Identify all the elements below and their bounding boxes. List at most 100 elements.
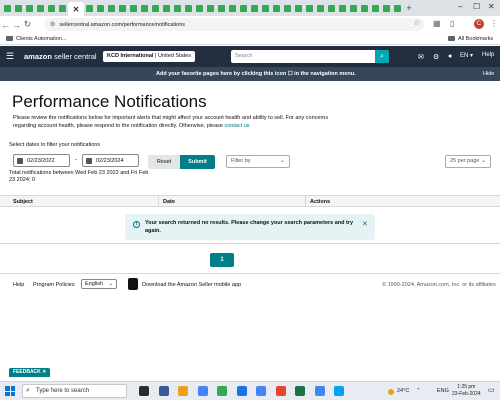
reload-icon[interactable]: ↻ [22, 19, 33, 30]
browser-tab[interactable] [205, 2, 216, 14]
close-window-icon[interactable]: ✕ [488, 2, 495, 11]
taskbar-app-icon[interactable] [295, 386, 305, 396]
account-switcher[interactable]: KCD International | United States [103, 51, 195, 62]
browser-tab[interactable] [282, 2, 293, 14]
browser-tab-active[interactable]: ✕ [68, 2, 84, 16]
browser-tab[interactable] [106, 2, 117, 14]
account-region: | United States [154, 53, 191, 59]
bookmark-star-icon[interactable]: ☆ [414, 19, 420, 27]
hide-favorites-button[interactable]: Hide [483, 71, 494, 77]
browser-tab[interactable] [57, 2, 68, 14]
keyboard-language[interactable]: ENG [437, 388, 449, 394]
tab-favicon-icon [196, 4, 203, 12]
browser-tab[interactable] [161, 2, 172, 14]
new-tab-button[interactable]: + [403, 3, 415, 13]
menu-icon[interactable]: ⋮ [490, 19, 498, 28]
bookmark-folder-clients[interactable]: Clients Automation... [0, 36, 66, 42]
browser-tab[interactable] [249, 2, 260, 14]
site-info-icon[interactable]: ⚙ [50, 21, 55, 28]
browser-tab[interactable] [172, 2, 183, 14]
info-icon: i [133, 221, 140, 228]
submit-button[interactable]: Submit [180, 155, 215, 169]
seller-central-logo[interactable]: amazon seller central [24, 52, 97, 61]
browser-tab[interactable] [370, 2, 381, 14]
browser-tab[interactable] [326, 2, 337, 14]
browser-tab[interactable] [139, 2, 150, 14]
taskbar-app-icon[interactable] [197, 386, 208, 396]
column-subject[interactable]: Subject [13, 199, 33, 205]
browser-tab[interactable] [24, 2, 35, 14]
header-search-input[interactable]: Search [231, 50, 389, 63]
notifications-icon[interactable]: ▭ [488, 386, 495, 394]
footer-help-link[interactable]: Help [13, 282, 24, 288]
browser-tab[interactable] [150, 2, 161, 14]
close-alert-icon[interactable]: ✕ [362, 221, 368, 229]
profile-avatar[interactable]: C [474, 19, 484, 29]
reset-button[interactable]: Reset [148, 155, 180, 169]
all-bookmarks[interactable]: All Bookmarks [448, 36, 493, 42]
taskbar-app-icon[interactable] [256, 386, 266, 396]
taskbar-app-icon[interactable] [139, 386, 149, 396]
browser-tab[interactable] [260, 2, 271, 14]
browser-tab[interactable] [238, 2, 249, 14]
tab-favicon-icon [361, 4, 368, 12]
pagination-page-1[interactable]: 1 [210, 253, 234, 267]
taskbar-app-icon[interactable] [334, 386, 344, 396]
browser-tab[interactable] [13, 2, 24, 14]
help-link[interactable]: Help [482, 52, 494, 58]
browser-tab[interactable] [183, 2, 194, 14]
browser-tab[interactable] [84, 2, 95, 14]
footer-language-select[interactable]: English ⌄ [81, 279, 117, 289]
browser-tab[interactable] [359, 2, 370, 14]
taskbar-clock[interactable]: 1:25 pm 23-Feb-2024 [452, 384, 481, 398]
taskbar-app-icon[interactable] [275, 386, 286, 396]
url-bar[interactable]: ⚙ sellercentral.amazon.com/performance/n… [44, 18, 424, 31]
taskbar-search-input[interactable]: ⌕ Type here to search [22, 384, 127, 398]
browser-tab[interactable] [348, 2, 359, 14]
browser-tab[interactable] [2, 2, 13, 14]
contact-us-link[interactable]: contact us [224, 123, 249, 129]
browser-tab[interactable] [35, 2, 46, 14]
feedback-button[interactable]: FEEDBACK ✕ [9, 368, 51, 377]
taskbar-app-icon[interactable] [236, 386, 247, 396]
browser-tab[interactable] [117, 2, 128, 14]
restore-icon[interactable]: ☐ [473, 2, 480, 11]
browser-tab[interactable] [381, 2, 392, 14]
gear-icon[interactable]: ⚙ [433, 53, 439, 61]
browser-tab[interactable] [194, 2, 205, 14]
search-icon[interactable]: ⌕ [375, 50, 389, 63]
mail-icon[interactable]: ✉ [418, 53, 424, 61]
extensions-icon[interactable]: ▦ [433, 19, 441, 28]
date-to-field[interactable]: 02/23/2024 [82, 154, 139, 167]
date-from-field[interactable]: 02/23/2022 [13, 154, 70, 167]
tray-chevron-icon[interactable]: ⌃ [416, 388, 421, 394]
windows-start-icon[interactable] [5, 386, 15, 396]
browser-tab[interactable] [293, 2, 304, 14]
browser-tab[interactable] [128, 2, 139, 14]
taskbar-app-icon[interactable] [158, 386, 169, 396]
taskbar-app-icon[interactable] [314, 386, 325, 396]
sidepanel-icon[interactable]: ▯ [450, 19, 454, 28]
browser-tab[interactable] [315, 2, 326, 14]
browser-tab[interactable] [227, 2, 238, 14]
back-icon[interactable]: ← [0, 20, 11, 30]
per-page-select[interactable]: 25 per page ⌄ [445, 155, 491, 168]
hamburger-menu-icon[interactable]: ☰ [0, 51, 20, 62]
forward-icon[interactable]: → [11, 20, 22, 30]
browser-tab[interactable] [337, 2, 348, 14]
program-policies-link[interactable]: Program Policies [33, 282, 75, 288]
browser-tab[interactable] [216, 2, 227, 14]
browser-tab[interactable] [95, 2, 106, 14]
browser-tab[interactable] [392, 2, 403, 14]
minimize-icon[interactable]: – [458, 2, 462, 11]
mobile-app-link[interactable]: Download the Amazon Seller mobile app [142, 282, 241, 288]
taskbar-app-icon[interactable] [217, 386, 227, 396]
filter-by-select[interactable]: Filter by ⌄ [226, 155, 290, 168]
language-selector[interactable]: EN ▾ [460, 52, 473, 59]
browser-tab[interactable] [46, 2, 57, 14]
column-date[interactable]: Date [163, 199, 175, 205]
taskbar-app-icon[interactable] [178, 386, 188, 396]
browser-tab[interactable] [271, 2, 282, 14]
browser-tab[interactable] [304, 2, 315, 14]
mobile-app-icon[interactable] [128, 278, 138, 290]
